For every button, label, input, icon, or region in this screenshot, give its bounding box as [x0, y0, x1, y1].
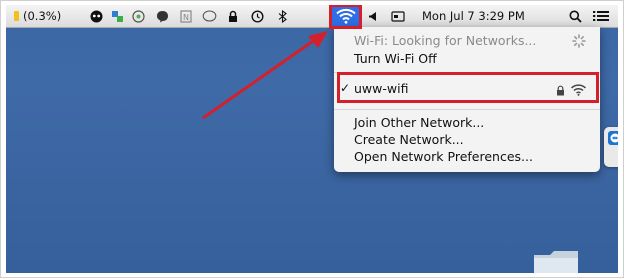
desktop: (0.3%) N Mon Jul 7 3:29 PM Wi-Fi: Lookin…: [6, 5, 618, 273]
annotation-arrow: [202, 31, 328, 120]
screenshot-frame: (0.3%) N Mon Jul 7 3:29 PM Wi-Fi: Lookin…: [0, 0, 624, 278]
